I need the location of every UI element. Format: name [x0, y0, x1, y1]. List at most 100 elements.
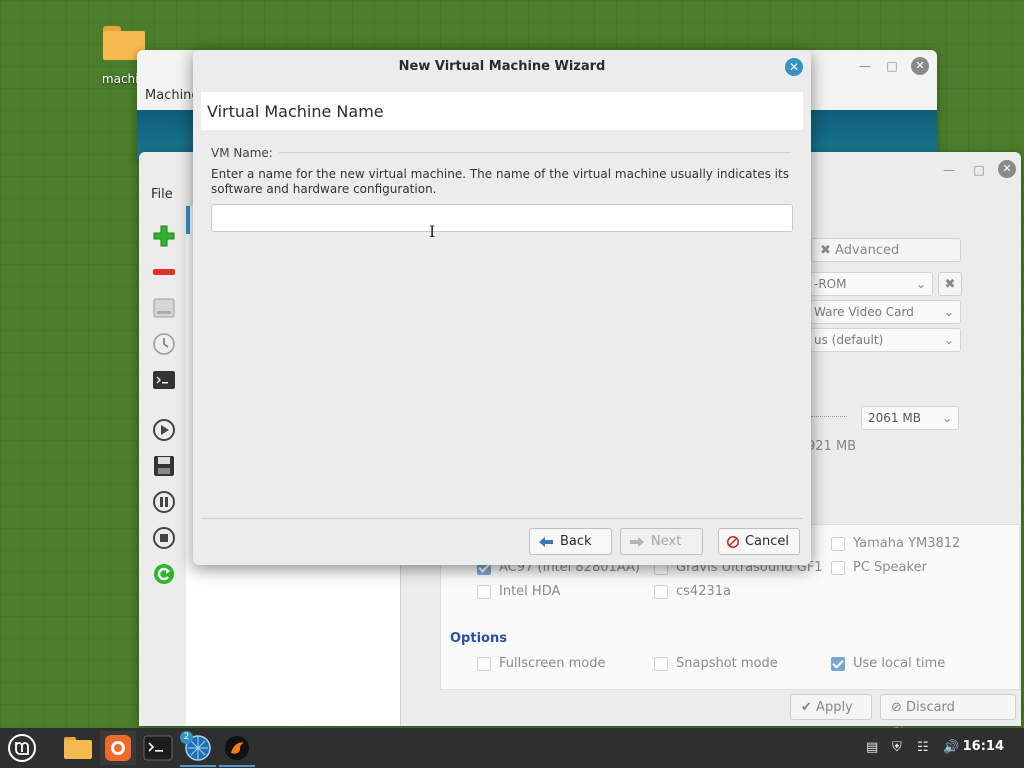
sound-option[interactable]: cs4231a — [654, 584, 731, 599]
next-button-label: Next — [651, 534, 682, 549]
mint-logo-icon — [8, 734, 36, 762]
chevron-down-icon: ⌄ — [943, 333, 954, 347]
maximize-icon[interactable]: □ — [884, 58, 900, 74]
dialog-title: New Virtual Machine Wizard — [398, 59, 606, 74]
bus-select[interactable]: us (default) ⌄ — [807, 328, 961, 352]
minimize-icon[interactable]: — — [857, 58, 873, 74]
arrow-left-icon — [539, 536, 553, 547]
checkbox[interactable] — [831, 656, 845, 671]
chevron-down-icon: ⌄ — [941, 411, 952, 425]
checkbox[interactable] — [477, 584, 491, 599]
vm-name-description: Enter a name for the new virtual machine… — [211, 167, 789, 196]
memory-value: 2061 MB — [868, 411, 921, 425]
memory-spinbox[interactable]: 2061 MB ⌄ — [861, 406, 959, 430]
chevron-down-icon: ⌄ — [915, 277, 926, 291]
advanced-button[interactable]: ✖ Advanced — [811, 238, 961, 262]
checkbox[interactable] — [654, 584, 668, 599]
shield-icon[interactable]: ⛨ — [892, 740, 902, 755]
cancel-button-label: Cancel — [744, 534, 789, 549]
disk-icon[interactable] — [149, 294, 179, 322]
window-count-badge: 2 — [180, 731, 193, 744]
divider — [279, 152, 791, 153]
eject-button[interactable]: ✖ — [938, 272, 962, 296]
clock-icon[interactable] — [149, 330, 179, 358]
remove-vm-icon[interactable] — [149, 258, 179, 286]
sound-option[interactable]: Intel HDA — [477, 584, 560, 599]
refresh-icon[interactable] — [149, 560, 179, 588]
close-icon: ✖ — [944, 277, 956, 292]
stop-icon[interactable] — [149, 524, 179, 552]
terminal-icon — [143, 735, 173, 761]
cancel-circle-icon: ⊘ — [891, 700, 902, 715]
back-button-label: Back — [560, 534, 592, 549]
clock[interactable]: 16:14 — [963, 739, 1004, 754]
video-select-value: Ware Video Card — [814, 305, 914, 319]
save-icon[interactable] — [149, 452, 179, 480]
option-label: Fullscreen mode — [499, 656, 606, 671]
volume-icon[interactable]: 🔊 — [943, 740, 959, 755]
memory-max-label: 921 MB — [807, 439, 857, 454]
qemu-bird-icon — [225, 736, 249, 760]
option-snapshot[interactable]: Snapshot mode — [654, 656, 778, 671]
checkbox[interactable] — [477, 656, 491, 671]
maximize-icon[interactable]: □ — [971, 162, 987, 178]
firefox-launcher[interactable] — [100, 731, 136, 765]
background-window-title: Machine — [145, 88, 200, 103]
add-vm-icon[interactable] — [149, 222, 179, 250]
next-button[interactable]: Next — [620, 528, 703, 555]
advanced-button-label: Advanced — [835, 243, 900, 258]
memory-slider[interactable] — [811, 408, 847, 417]
vm-app-task[interactable]: 2 — [180, 731, 216, 767]
checkbox[interactable] — [831, 536, 845, 551]
checkbox[interactable] — [654, 656, 668, 671]
cancel-icon — [727, 535, 739, 548]
selection-marker — [186, 206, 190, 234]
check-icon: ✔ — [801, 700, 812, 715]
option-label: Use local time — [853, 656, 946, 671]
close-icon[interactable]: ✕ — [785, 58, 803, 76]
text-cursor-icon: I — [429, 222, 436, 241]
option-label: cs4231a — [676, 584, 731, 599]
play-icon[interactable] — [149, 416, 179, 444]
options-heading: Options — [450, 631, 507, 646]
cancel-button[interactable]: Cancel — [718, 528, 800, 555]
option-label: Snapshot mode — [676, 656, 778, 671]
cdrom-select[interactable]: -ROM ⌄ — [807, 272, 933, 296]
option-label: PC Speaker — [853, 560, 927, 575]
firefox-icon — [105, 735, 131, 761]
apply-button-label: Apply — [816, 700, 853, 715]
video-select[interactable]: Ware Video Card ⌄ — [807, 300, 961, 324]
files-launcher[interactable] — [60, 731, 96, 765]
minimize-icon[interactable]: — — [941, 162, 957, 178]
bus-select-value: us (default) — [814, 333, 884, 347]
folder-icon — [64, 737, 92, 759]
option-local-time[interactable]: Use local time — [831, 656, 945, 671]
network-icon[interactable]: ☷ — [917, 740, 929, 755]
page-title: Virtual Machine Name — [207, 102, 384, 121]
arrow-right-icon — [630, 536, 644, 547]
menu-file[interactable]: File — [151, 187, 173, 202]
pause-icon[interactable] — [149, 488, 179, 516]
sound-option[interactable]: Yamaha YM3812 — [831, 536, 960, 551]
terminal-launcher[interactable] — [140, 731, 176, 765]
update-icon[interactable]: ▤ — [866, 740, 878, 755]
option-fullscreen[interactable]: Fullscreen mode — [477, 656, 605, 671]
sound-option[interactable]: PC Speaker — [831, 560, 927, 575]
close-icon[interactable]: ✕ — [998, 160, 1016, 178]
back-button[interactable]: Back — [529, 528, 612, 555]
apply-button[interactable]: ✔ Apply — [790, 694, 872, 720]
discard-changes-button[interactable]: ⊘ Discard Changes — [880, 694, 1016, 741]
vm-name-input[interactable] — [211, 204, 793, 232]
terminal-icon[interactable] — [149, 366, 179, 394]
option-label: Yamaha YM3812 — [853, 536, 961, 551]
cdrom-select-value: -ROM — [814, 277, 847, 291]
checkbox[interactable] — [831, 560, 845, 575]
close-icon[interactable]: ✕ — [911, 57, 929, 75]
tools-icon: ✖ — [820, 243, 831, 258]
wizard-page-header: Virtual Machine Name — [201, 92, 803, 130]
new-vm-wizard-dialog[interactable]: New Virtual Machine Wizard ✕ Virtual Mac… — [193, 50, 811, 565]
taskbar: 2 ▤ ⛨ ☷ 🔊 16:14 — [0, 728, 1024, 768]
menu-button[interactable] — [4, 731, 40, 765]
qemu-task[interactable] — [219, 731, 255, 767]
chevron-down-icon: ⌄ — [943, 305, 954, 319]
